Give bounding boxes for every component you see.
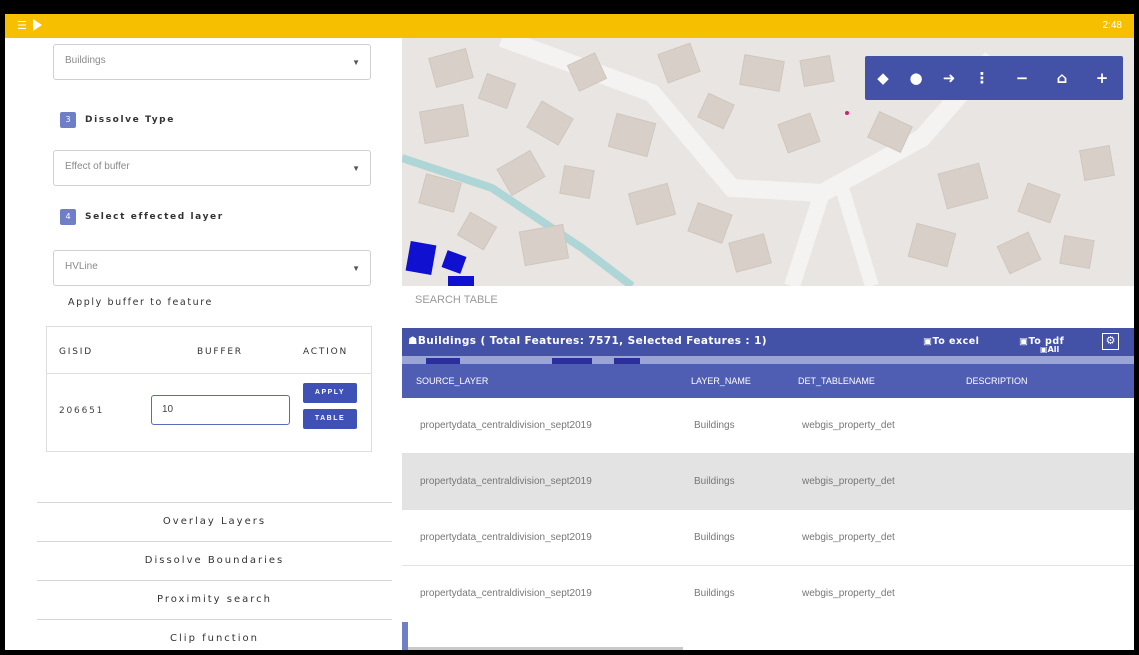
step-badge: 4 xyxy=(60,209,76,225)
zoom-in-icon[interactable]: + xyxy=(1090,56,1114,100)
more-vertical-icon[interactable]: ⋮ xyxy=(970,56,994,100)
table-button[interactable]: TABLE xyxy=(303,409,357,429)
effected-layer-select[interactable]: HVLine ▼ xyxy=(53,250,371,286)
home-icon[interactable]: ⌂ xyxy=(1050,56,1074,100)
cell-source-layer: propertydata_centraldivision_sept2019 xyxy=(420,532,592,543)
dissolve-type-value: Effect of buffer xyxy=(65,161,130,172)
layer-select[interactable]: Buildings ▼ xyxy=(53,44,371,80)
gear-icon[interactable]: ⚙ xyxy=(1102,333,1119,350)
table-header-bar: ☗Buildings ( Total Features: 7571, Selec… xyxy=(402,328,1134,356)
chevron-down-icon: ▼ xyxy=(352,264,360,273)
apply-buffer-title: Apply buffer to feature xyxy=(68,297,214,308)
zoom-out-icon[interactable]: − xyxy=(1010,56,1034,100)
map-toolbar: ◆ ● ➜ ⋮ − ⌂ + xyxy=(865,56,1123,100)
sign-in-icon[interactable]: ➜ xyxy=(937,56,961,100)
app-window: ☰ 2:48 Buildings ▼ 3 Dissolve Type Effec… xyxy=(5,14,1134,650)
cell-det-tablename: webgis_property_det xyxy=(802,532,895,543)
effected-layer-label: Select effected layer xyxy=(85,212,224,222)
dissolve-type-label: Dissolve Type xyxy=(85,115,175,125)
cell-det-tablename: webgis_property_det xyxy=(802,420,895,431)
table-row[interactable]: propertydata_centraldivision_sept2019 Bu… xyxy=(402,454,1134,510)
menu-icon[interactable]: ☰ xyxy=(17,19,27,32)
top-bar: ☰ 2:48 xyxy=(5,14,1134,38)
cell-layer-name: Buildings xyxy=(694,532,735,543)
clock: 2:48 xyxy=(1102,20,1122,31)
all-button[interactable]: ▣All xyxy=(1040,345,1059,354)
attribute-table: ☗Buildings ( Total Features: 7571, Selec… xyxy=(402,328,1134,650)
column-source-layer[interactable]: SOURCE_LAYER xyxy=(416,376,488,386)
divider xyxy=(47,373,371,374)
dissolve-type-select[interactable]: Effect of buffer ▼ xyxy=(53,150,371,186)
chevron-down-icon: ▼ xyxy=(352,58,360,67)
cell-layer-name: Buildings xyxy=(694,420,735,431)
effected-layer-value: HVLine xyxy=(65,261,98,272)
action-header: ACTION xyxy=(303,347,349,357)
table-column-header: SOURCE_LAYER LAYER_NAME DET_TABLENAME DE… xyxy=(402,364,1134,398)
search-table-label: SEARCH TABLE xyxy=(415,294,498,306)
cell-det-tablename: webgis_property_det xyxy=(802,476,895,487)
chevron-down-icon: ▼ xyxy=(352,164,360,173)
accordion-proximity-search[interactable]: Proximity search xyxy=(37,580,392,619)
column-det-tablename[interactable]: DET_TABLENAME xyxy=(798,376,875,386)
buffer-header: BUFFER xyxy=(197,347,243,357)
cell-source-layer: propertydata_centraldivision_sept2019 xyxy=(420,420,592,431)
accordion-dissolve-boundaries[interactable]: Dissolve Boundaries xyxy=(37,541,392,580)
play-icon[interactable] xyxy=(33,19,42,31)
gisid-header: GISID xyxy=(59,347,93,357)
cell-layer-name: Buildings xyxy=(694,476,735,487)
apply-button[interactable]: APPLY xyxy=(303,383,357,403)
marker-icon[interactable]: ● xyxy=(904,56,928,100)
column-layer-name[interactable]: LAYER_NAME xyxy=(691,376,751,386)
column-description[interactable]: DESCRIPTION xyxy=(966,376,1028,386)
map-view[interactable]: ◆ ● ➜ ⋮ − ⌂ + xyxy=(402,38,1134,286)
sidebar: Buildings ▼ 3 Dissolve Type Effect of bu… xyxy=(5,38,402,650)
table-scroll-strip xyxy=(402,356,1134,364)
to-excel-button[interactable]: ▣To excel xyxy=(923,336,979,347)
accordion-clip-function[interactable]: Clip function xyxy=(37,619,392,650)
cell-layer-name: Buildings xyxy=(694,588,735,599)
table-row[interactable]: propertydata_centraldivision_sept2019 Bu… xyxy=(402,398,1134,454)
buffer-table: GISID BUFFER ACTION 206651 10 APPLY TABL… xyxy=(46,326,372,452)
cell-source-layer: propertydata_centraldivision_sept2019 xyxy=(420,476,592,487)
gisid-value: 206651 xyxy=(59,406,105,416)
eraser-icon[interactable]: ◆ xyxy=(871,56,895,100)
table-row[interactable]: propertydata_centraldivision_sept2019 Bu… xyxy=(402,566,1134,622)
horizontal-scrollbar[interactable] xyxy=(408,647,683,650)
cell-source-layer: propertydata_centraldivision_sept2019 xyxy=(420,588,592,599)
accordion-overlay-layers[interactable]: Overlay Layers xyxy=(37,502,392,541)
layer-select-value: Buildings xyxy=(65,55,106,66)
buffer-input[interactable]: 10 xyxy=(151,395,290,425)
table-row[interactable]: propertydata_centraldivision_sept2019 Bu… xyxy=(402,510,1134,566)
table-title: ☗Buildings ( Total Features: 7571, Selec… xyxy=(408,335,767,347)
step-badge: 3 xyxy=(60,112,76,128)
cell-det-tablename: webgis_property_det xyxy=(802,588,895,599)
